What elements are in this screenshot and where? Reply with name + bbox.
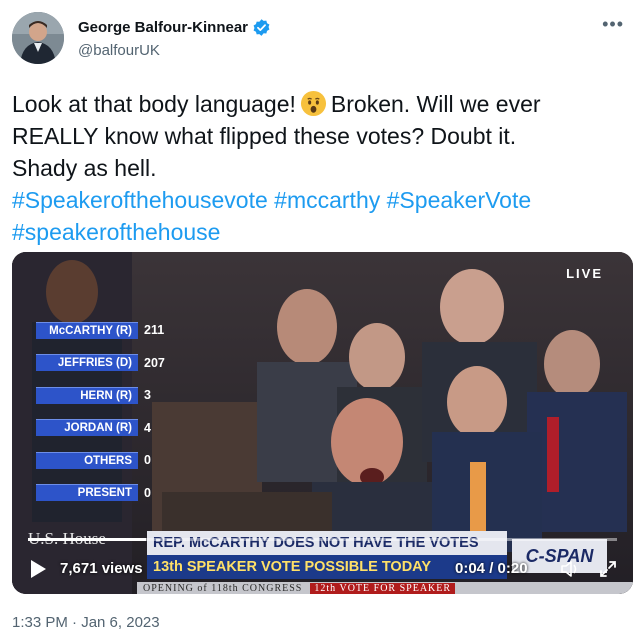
avatar[interactable]: [12, 12, 64, 64]
tally-row: HERN (R) 3: [36, 385, 165, 405]
tally-votes: 211: [144, 323, 165, 337]
video-progress-bar[interactable]: [28, 538, 617, 541]
author-name[interactable]: George Balfour-Kinnear: [78, 19, 248, 36]
tweet-line-2: REALLY know what flipped these votes? Do…: [12, 123, 517, 149]
hashtag-link[interactable]: #SpeakerVote: [387, 187, 532, 213]
more-horizontal-icon[interactable]: •••: [602, 14, 624, 35]
hashtag-link[interactable]: #mccarthy: [274, 187, 380, 213]
hashtag-link[interactable]: #Speakerofthehousevote: [12, 187, 268, 213]
tally-candidate: PRESENT: [36, 484, 138, 501]
tally-candidate: McCARTHY (R): [36, 321, 138, 339]
tweet-timestamp[interactable]: 1:33 PM · Jan 6, 2023: [12, 614, 160, 631]
tally-row: JORDAN (R) 4: [36, 418, 165, 438]
fullscreen-icon[interactable]: [598, 559, 618, 584]
view-count: 7,671 views: [60, 560, 143, 577]
tally-votes: 0: [144, 453, 151, 467]
verified-badge-icon: [252, 18, 271, 37]
tweet-text: Look at that body language! Broken. Will …: [12, 88, 622, 248]
tally-row: OTHERS 0: [36, 450, 165, 470]
video-controls: 7,671 views 0:04 / 0:20: [12, 538, 633, 594]
play-icon[interactable]: [28, 558, 48, 585]
tally-candidate: JORDAN (R): [36, 419, 138, 436]
tally-votes: 207: [144, 355, 165, 370]
tally-candidate: OTHERS: [36, 451, 138, 469]
tally-votes: 4: [144, 420, 151, 435]
volume-icon[interactable]: [559, 558, 581, 585]
video-progress-fill: [28, 538, 146, 541]
video-time: 0:04 / 0:20: [455, 560, 528, 577]
hushed-face-emoji-icon: [300, 90, 327, 117]
vote-tally: McCARTHY (R) 211 JEFFRIES (D) 207 HERN (R)…: [36, 320, 165, 515]
tally-votes: 0: [144, 485, 151, 500]
live-label: LIVE: [566, 266, 603, 281]
author-handle[interactable]: @balfourUK: [78, 42, 160, 59]
tally-candidate: JEFFRIES (D): [36, 354, 138, 371]
tally-row: McCARTHY (R) 211: [36, 320, 165, 340]
tally-row: JEFFRIES (D) 207: [36, 353, 165, 373]
tally-row: PRESENT 0: [36, 483, 165, 503]
tally-votes: 3: [144, 388, 151, 402]
hashtag-link[interactable]: #speakerofthehouse: [12, 219, 220, 245]
video-player[interactable]: LIVE McCARTHY (R) 211 JEFFRIES (D) 207 HER…: [12, 252, 633, 594]
tweet-line-3: Shady as hell.: [12, 155, 157, 181]
tweet-line-1a: Look at that body language!: [12, 91, 296, 117]
tweet-line-1b: Broken. Will we ever: [330, 91, 541, 117]
tally-candidate: HERN (R): [36, 386, 138, 404]
